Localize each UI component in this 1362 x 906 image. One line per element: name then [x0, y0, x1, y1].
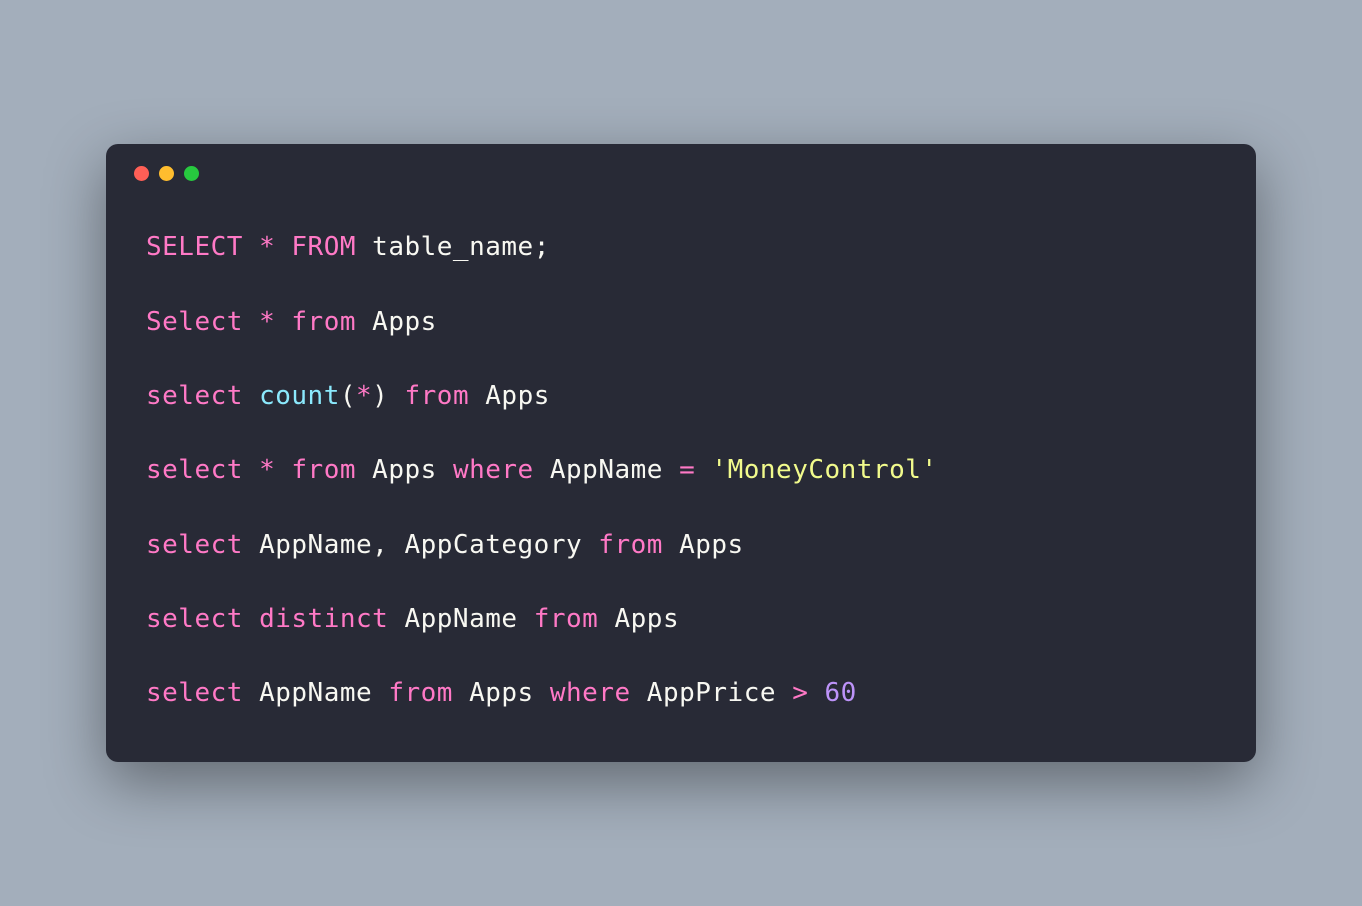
code-token-kw: select — [146, 604, 243, 634]
code-token-txt: Apps — [469, 381, 550, 411]
code-line: SELECT * FROM table_name; — [146, 229, 1216, 265]
code-token-kw: distinct — [259, 604, 388, 634]
code-token-fn: count — [259, 381, 340, 411]
close-button[interactable] — [134, 166, 149, 181]
code-token-kw: FROM — [291, 232, 356, 262]
code-line: select distinct AppName from Apps — [146, 601, 1216, 637]
code-token-txt: AppName — [243, 678, 388, 708]
code-token-txt — [695, 455, 711, 485]
code-token-txt: Apps — [356, 455, 453, 485]
code-token-op: * — [356, 381, 372, 411]
code-token-txt — [275, 232, 291, 262]
code-token-txt: ( — [340, 381, 356, 411]
code-token-kw: select — [146, 530, 243, 560]
code-token-txt — [243, 307, 259, 337]
code-token-str: 'MoneyControl' — [711, 455, 937, 485]
code-token-kw: from — [388, 678, 453, 708]
code-token-kw: where — [453, 455, 534, 485]
code-token-kw: select — [146, 381, 243, 411]
code-token-kw: SELECT — [146, 232, 243, 262]
code-token-txt — [243, 455, 259, 485]
code-window: SELECT * FROM table_name; Select * from A… — [106, 144, 1256, 762]
code-token-op: * — [259, 232, 275, 262]
code-line: select count(*) from Apps — [146, 378, 1216, 414]
code-token-txt: AppName — [388, 604, 533, 634]
code-line: select AppName from Apps where AppPrice … — [146, 675, 1216, 711]
code-token-kw: from — [291, 455, 356, 485]
code-token-txt — [808, 678, 824, 708]
code-token-txt — [243, 604, 259, 634]
maximize-button[interactable] — [184, 166, 199, 181]
code-token-kw: Select — [146, 307, 243, 337]
code-token-op: * — [259, 455, 275, 485]
code-line: select * from Apps where AppName = 'Mone… — [146, 452, 1216, 488]
code-token-txt — [243, 381, 259, 411]
code-token-txt: ) — [372, 381, 404, 411]
code-token-txt: AppName — [534, 455, 679, 485]
code-token-kw: from — [534, 604, 599, 634]
code-token-txt: Apps — [453, 678, 550, 708]
minimize-button[interactable] — [159, 166, 174, 181]
code-token-kw: from — [404, 381, 469, 411]
code-token-txt — [243, 232, 259, 262]
code-line: Select * from Apps — [146, 304, 1216, 340]
code-token-kw: from — [291, 307, 356, 337]
code-token-txt — [275, 455, 291, 485]
code-token-op: = — [679, 455, 695, 485]
code-token-txt: Apps — [356, 307, 437, 337]
code-token-txt: table_name; — [356, 232, 550, 262]
code-token-txt: Apps — [598, 604, 679, 634]
code-token-op: * — [259, 307, 275, 337]
code-token-kw: select — [146, 678, 243, 708]
code-line: select AppName, AppCategory from Apps — [146, 527, 1216, 563]
code-token-txt: AppName, AppCategory — [243, 530, 598, 560]
code-token-kw: from — [598, 530, 663, 560]
code-token-txt: Apps — [663, 530, 744, 560]
window-controls — [106, 144, 1256, 181]
code-token-kw: select — [146, 455, 243, 485]
code-token-txt: AppPrice — [631, 678, 793, 708]
code-editor[interactable]: SELECT * FROM table_name; Select * from A… — [106, 181, 1256, 762]
code-token-txt — [275, 307, 291, 337]
code-token-op: > — [792, 678, 808, 708]
code-token-kw: where — [550, 678, 631, 708]
code-token-num: 60 — [825, 678, 857, 708]
